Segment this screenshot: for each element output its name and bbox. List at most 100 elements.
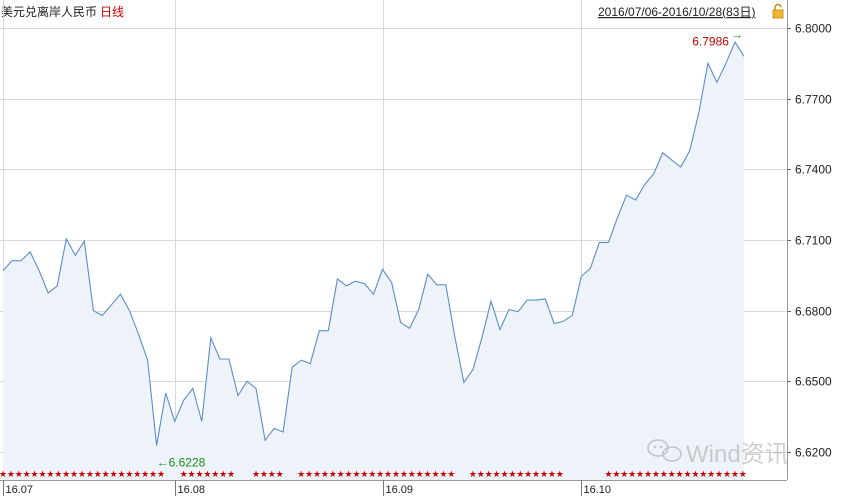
event-star-marker[interactable]: ★ [691,469,699,479]
y-tick-label: 6.8000 [795,22,832,36]
event-star-marker[interactable]: ★ [117,469,125,479]
event-star-marker[interactable]: ★ [392,469,400,479]
event-star-marker[interactable]: ★ [723,469,731,479]
event-star-marker[interactable]: ★ [731,469,739,479]
event-star-marker[interactable]: ★ [62,469,70,479]
event-star-marker[interactable]: ★ [508,469,516,479]
event-star-marker[interactable]: ★ [556,469,564,479]
event-star-marker[interactable]: ★ [78,469,86,479]
event-star-marker[interactable]: ★ [23,469,31,479]
event-star-marker[interactable]: ★ [260,469,268,479]
event-star-marker[interactable]: ★ [313,469,321,479]
chart-title: 美元兑离岸人民币 [1,4,97,19]
event-star-marker[interactable]: ★ [628,469,636,479]
event-star-marker[interactable]: ★ [15,469,23,479]
event-star-marker[interactable]: ★ [276,469,284,479]
y-tick-label: 6.6800 [795,305,832,319]
event-star-marker[interactable]: ★ [384,469,392,479]
event-star-marker[interactable]: ★ [321,469,329,479]
watermark-text: Wind资讯 [686,441,789,468]
event-star-marker[interactable]: ★ [252,469,260,479]
event-star-marker[interactable]: ★ [86,469,94,479]
date-range-link[interactable]: 2016/07/06-2016/10/28(83日) [598,5,755,19]
event-star-marker[interactable]: ★ [110,469,118,479]
event-star-marker[interactable]: ★ [360,469,368,479]
y-tick-label: 6.7700 [795,93,832,107]
event-star-marker[interactable]: ★ [739,469,747,479]
event-star-marker[interactable]: ★ [469,469,477,479]
event-star-marker[interactable]: ★ [707,469,715,479]
event-star-marker[interactable]: ★ [493,469,501,479]
event-star-marker[interactable]: ★ [149,469,157,479]
chart-svg: 美元兑离岸人民币 日线 2016/07/06-2016/10/28(83日) 6… [0,0,847,496]
event-star-marker[interactable]: ★ [195,469,203,479]
event-star-marker[interactable]: ★ [227,469,235,479]
event-star-marker[interactable]: ★ [7,469,15,479]
event-star-marker[interactable]: ★ [424,469,432,479]
event-star-marker[interactable]: ★ [180,469,188,479]
event-star-marker[interactable]: ★ [297,469,305,479]
event-star-marker[interactable]: ★ [439,469,447,479]
event-star-marker[interactable]: ★ [400,469,408,479]
event-star-marker[interactable]: ★ [416,469,424,479]
event-star-marker[interactable]: ★ [46,469,54,479]
event-star-marker[interactable]: ★ [500,469,508,479]
chart-period[interactable]: 日线 [100,5,124,19]
event-star-marker[interactable]: ★ [699,469,707,479]
event-star-marker[interactable]: ★ [352,469,360,479]
event-star-marker[interactable]: ★ [683,469,691,479]
x-tick-label: 16.07 [6,484,34,496]
event-star-marker[interactable]: ★ [157,469,165,479]
event-star-marker[interactable]: ★ [652,469,660,479]
y-tick-label: 6.6500 [795,375,832,389]
event-star-marker[interactable]: ★ [516,469,524,479]
y-tick-label: 6.7400 [795,163,832,177]
event-star-marker[interactable]: ★ [376,469,384,479]
event-star-marker[interactable]: ★ [305,469,313,479]
event-star-marker[interactable]: ★ [94,469,102,479]
event-star-marker[interactable]: ★ [604,469,612,479]
chart-window: 美元兑离岸人民币 日线 2016/07/06-2016/10/28(83日) 6… [0,0,847,496]
event-star-marker[interactable]: ★ [612,469,620,479]
event-star-marker[interactable]: ★ [636,469,644,479]
event-star-marker[interactable]: ★ [676,469,684,479]
event-star-marker[interactable]: ★ [408,469,416,479]
event-star-marker[interactable]: ★ [125,469,133,479]
event-star-marker[interactable]: ★ [485,469,493,479]
event-star-marker[interactable]: ★ [660,469,668,479]
event-star-marker[interactable]: ★ [133,469,141,479]
min-annotation-label: ←6.6228 [157,455,206,469]
event-star-marker[interactable]: ★ [211,469,219,479]
event-star-marker[interactable]: ★ [141,469,149,479]
y-tick-label: 6.7100 [795,234,832,248]
event-star-marker[interactable]: ★ [532,469,540,479]
event-star-marker[interactable]: ★ [548,469,556,479]
event-star-marker[interactable]: ★ [54,469,62,479]
event-star-marker[interactable]: ★ [38,469,46,479]
event-star-marker[interactable]: ★ [203,469,211,479]
event-star-marker[interactable]: ★ [70,469,78,479]
x-tick-label: 16.08 [178,484,206,496]
x-tick-label: 16.09 [386,484,414,496]
event-star-marker[interactable]: ★ [431,469,439,479]
event-star-marker[interactable]: ★ [219,469,227,479]
event-star-marker[interactable]: ★ [715,469,723,479]
event-star-marker[interactable]: ★ [620,469,628,479]
event-star-marker[interactable]: ★ [345,469,353,479]
event-star-marker[interactable]: ★ [188,469,196,479]
event-star-marker[interactable]: ★ [447,469,455,479]
max-annotation-label: 6.7986 [692,34,729,48]
y-tick-label: 6.6200 [795,446,832,460]
event-star-marker[interactable]: ★ [540,469,548,479]
event-star-marker[interactable]: ★ [102,469,110,479]
event-star-marker[interactable]: ★ [668,469,676,479]
event-star-marker[interactable]: ★ [31,469,39,479]
event-star-marker[interactable]: ★ [477,469,485,479]
event-star-marker[interactable]: ★ [524,469,532,479]
x-tick-label: 16.10 [584,484,612,496]
event-star-marker[interactable]: ★ [268,469,276,479]
event-star-marker[interactable]: ★ [368,469,376,479]
event-star-marker[interactable]: ★ [644,469,652,479]
event-star-marker[interactable]: ★ [329,469,337,479]
event-star-marker[interactable]: ★ [337,469,345,479]
